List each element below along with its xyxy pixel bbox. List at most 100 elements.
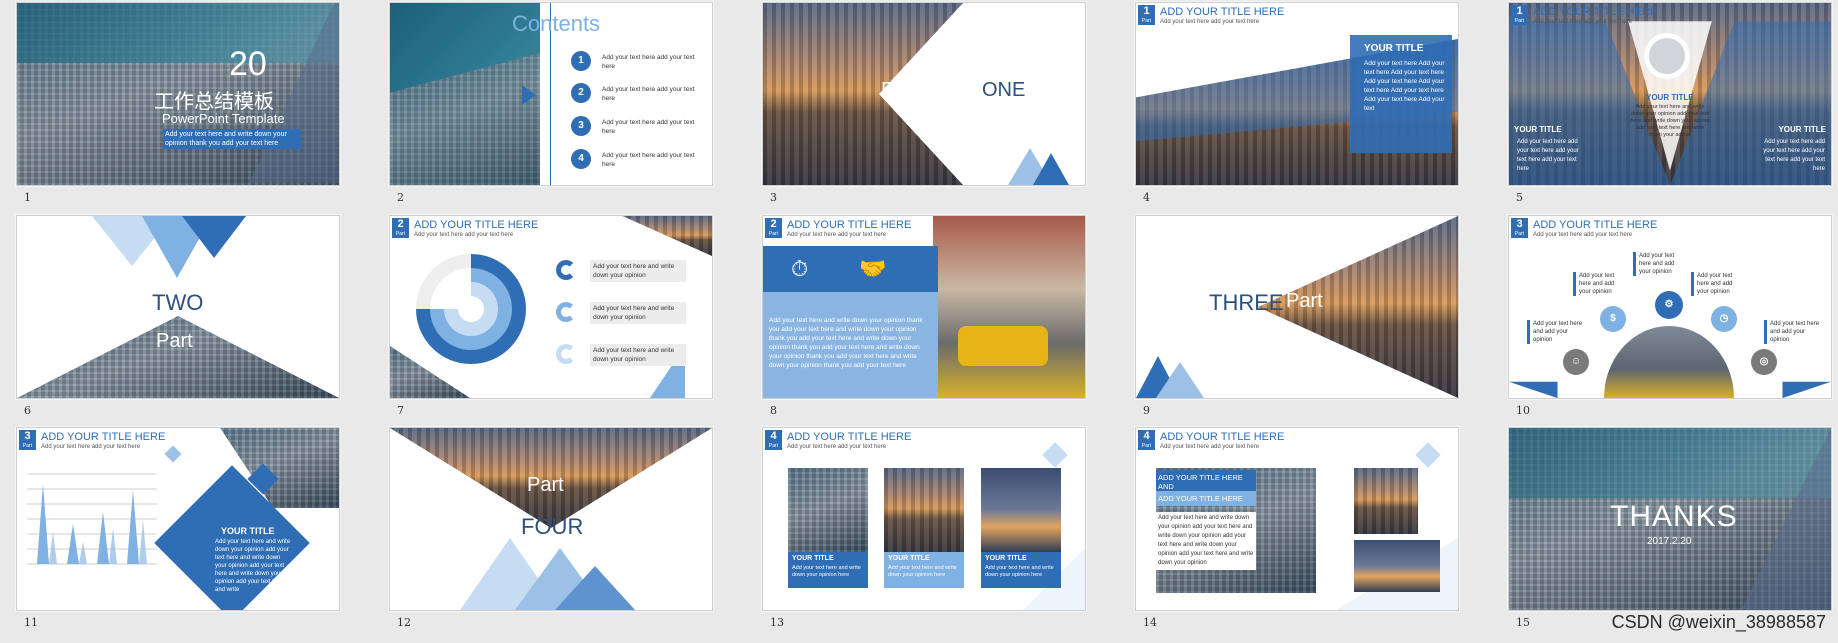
slide-thumb-8[interactable]: ⏱ 🤝 2 Part ADD YOUR TITLE HERE Add your t… [762,215,1086,420]
slide-number: 7 [397,404,404,417]
slide-thumb-4[interactable]: 1 Part ADD YOUR TITLE HERE Add your text … [1135,2,1459,207]
watermark: CSDN @weixin_38988587 [1611,612,1826,632]
content-num-3: 3 [571,116,591,136]
item-1: Add your text here and write down your o… [590,260,686,282]
part-badge: 2 Part [392,218,409,238]
slide-number: 1 [24,191,31,204]
slide-number: 10 [1516,404,1530,417]
slide-15[interactable]: THANKS 2017.2.20 [1508,427,1832,611]
card-2-text: Add your text here and write down your o… [888,565,957,578]
slide-thumb-13[interactable]: 4 Part ADD YOUR TITLE HERE Add your text … [762,427,1086,632]
left-text: Add your text here add your text here ad… [1517,139,1579,172]
part-word: TWO [152,290,204,315]
content-item-1: Add your text here add your text here [602,54,695,70]
part-badge: 3 Part [1511,218,1528,238]
slide-thumb-15[interactable]: THANKS 2017.2.20 15 [1508,427,1832,632]
target-icon: ◎ [1751,349,1777,375]
slide-thumb-14[interactable]: 4 Part ADD YOUR TITLE HERE Add your text … [1135,427,1459,632]
slide-2[interactable]: Contents 1 Add your text here add your t… [389,2,713,186]
label-3: Add your text here and add your opinion [1633,252,1687,276]
slide-thumb-5[interactable]: 1 Part ADD YOUR TITLE HERE Add your text … [1508,2,1832,207]
center-text: Add your text here and write down your o… [1630,104,1710,138]
gear-icon: ⚙ [1655,291,1683,319]
slide-14[interactable]: 4 Part ADD YOUR TITLE HERE Add your text … [1135,427,1459,611]
slide-thumb-1[interactable]: 20 工作总结模板 PowerPoint Template Add your t… [16,2,340,207]
slide-thumb-3[interactable]: Part ONE 3 [762,2,1086,207]
slide-thumb-6[interactable]: TWO Part 6 [16,215,340,420]
slide-8[interactable]: ⏱ 🤝 2 Part ADD YOUR TITLE HERE Add your t… [762,215,1086,399]
content-item-3: Add your text here add your text here [602,119,695,135]
part-label: Part [156,330,193,352]
slide-4[interactable]: 1 Part ADD YOUR TITLE HERE Add your text … [1135,2,1459,186]
part-badge: 2 Part [765,218,782,238]
slide-thumb-12[interactable]: Part FOUR 12 [389,427,713,632]
slide-3[interactable]: Part ONE [762,2,1086,186]
item-3: Add your text here and write down your o… [590,344,686,366]
part-label: Part [1286,290,1323,312]
spike-chart [27,473,157,565]
body-text: Add your text here and write down your o… [769,317,923,369]
slide-thumb-11[interactable]: 3 Part ADD YOUR TITLE HERE Add your text … [16,427,340,632]
slide-7[interactable]: 2 Part ADD YOUR TITLE HERE Add your text … [389,215,713,399]
slide-sorter-grid: 20 工作总结模板 PowerPoint Template Add your t… [0,0,1838,643]
box-text: Add your text here Add your text here Ad… [1364,60,1445,112]
slide-title: ADD YOUR TITLE HERE [1160,6,1285,18]
slide-subtitle: Add your text here add your text here [1160,444,1260,450]
slide-subtitle: Add your text here add your text here [787,444,887,450]
card-3-text: Add your text here and write down your o… [985,565,1054,578]
slide-13[interactable]: 4 Part ADD YOUR TITLE HERE Add your text … [762,427,1086,611]
title-bar-2: ADD YOUR TITLE HERE [1156,491,1256,506]
handshake-icon: 🤝 [859,256,887,281]
part-word: FOUR [521,514,584,539]
label-4: Add your text here and add your opinion [1691,272,1745,296]
slide-title: ADD YOUR TITLE HERE [1533,6,1658,18]
slide-thumb-10[interactable]: 3 Part ADD YOUR TITLE HERE Add your text … [1508,215,1832,420]
slide-number: 15 [1516,616,1530,629]
box-title: YOUR TITLE [221,526,275,536]
slide-number: 6 [24,404,31,417]
slide-number: 4 [1143,191,1150,204]
part-badge: 4 Part [765,430,782,450]
card-2-title: YOUR TITLE [888,555,930,562]
part-badge: 3 Part [19,430,36,450]
slide-subtitle: Add your text here add your text here [1160,19,1260,25]
slide-10[interactable]: 3 Part ADD YOUR TITLE HERE Add your text … [1508,215,1832,399]
slide-1-cn-title: 工作总结模板 [154,89,274,113]
item-2: Add your text here and write down your o… [590,302,686,324]
part-badge: 4 Part [1138,430,1155,450]
card-1-text: Add your text here and write down your o… [792,565,861,578]
content-num-2: 2 [571,83,591,103]
slide-number: 11 [24,616,38,629]
clock-icon: ◷ [1711,306,1737,332]
slide-number: 12 [397,616,411,629]
slide-thumb-2[interactable]: Contents 1 Add your text here add your t… [389,2,713,207]
thanks-title: THANKS [1610,500,1738,533]
slide-number: 13 [770,616,784,629]
slide-12[interactable]: Part FOUR [389,427,713,611]
slide-11[interactable]: 3 Part ADD YOUR TITLE HERE Add your text … [16,427,340,611]
content-item-2: Add your text here add your text here [602,86,695,102]
slide-number: 2 [397,191,404,204]
slide-subtitle: Add your text here add your text here [41,444,141,450]
slide-number: 14 [1143,616,1157,629]
slide-thumb-9[interactable]: THREE Part 9 [1135,215,1459,420]
slide-number: 3 [770,191,777,204]
left-title: YOUR TITLE [1514,125,1562,134]
slide-thumb-7[interactable]: 2 Part ADD YOUR TITLE HERE Add your text … [389,215,713,420]
thanks-date: 2017.2.20 [1647,536,1692,547]
content-item-4: Add your text here add your text here [602,152,695,168]
slide-title: ADD YOUR TITLE HERE [1533,219,1658,231]
part-label: Part [527,474,564,496]
box-text: Add your text here and write down your o… [215,539,291,593]
slide-5[interactable]: 1 Part ADD YOUR TITLE HERE Add your text … [1508,2,1832,186]
slide-title: ADD YOUR TITLE HERE [414,219,539,231]
content-num-4: 4 [571,149,591,169]
slide-subtitle: Add your text here add your text here [787,232,887,238]
slide-6[interactable]: TWO Part [16,215,340,399]
slide-title: ADD YOUR TITLE HERE [41,431,166,443]
slide-1[interactable]: 20 工作总结模板 PowerPoint Template Add your t… [16,2,340,186]
slide-subtitle: Add your text here add your text here [1533,19,1633,25]
slide-9[interactable]: THREE Part [1135,215,1459,399]
slide-number: 8 [770,404,777,417]
slide-title: ADD YOUR TITLE HERE [787,219,912,231]
